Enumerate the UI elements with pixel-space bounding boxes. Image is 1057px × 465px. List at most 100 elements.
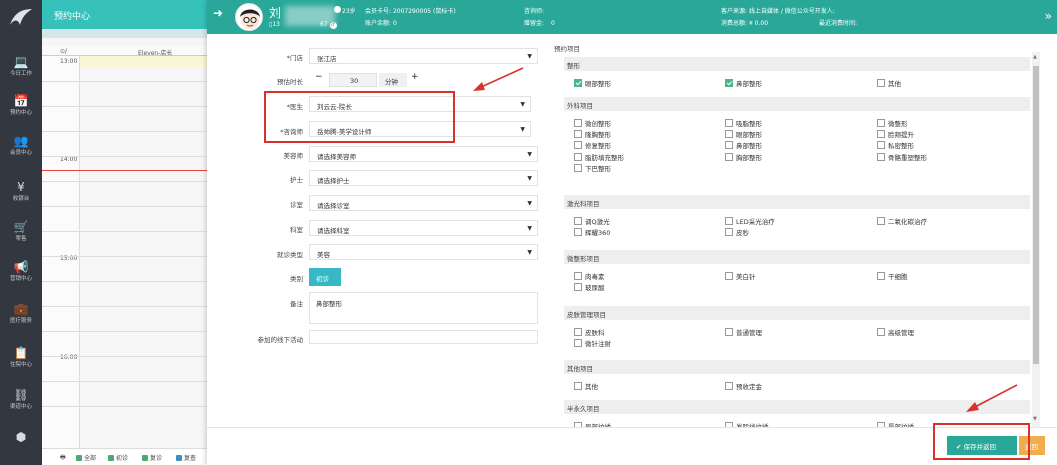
nav-item[interactable]: 📋 住院中心 [0, 344, 42, 384]
nav-item[interactable]: 🛒 零售 [0, 218, 42, 258]
grid-line [42, 406, 212, 407]
project-checkbox[interactable]: 鼻部整形 [725, 140, 762, 150]
remark-textarea[interactable]: 鼻部整形 [309, 292, 538, 324]
remark-label: 备注 [290, 300, 303, 308]
project-checkbox[interactable]: 私密整形 [877, 140, 914, 150]
legend-recheck[interactable]: 复查 [176, 453, 196, 462]
nav-item-label: 渠道中心 [9, 403, 33, 410]
project-checkbox[interactable]: LED采光治疗 [725, 216, 775, 226]
caret-down-icon: ▼ [520, 126, 525, 133]
double-chevron-right-icon[interactable]: » [1045, 9, 1052, 23]
project-checkbox[interactable]: 眼部整形 [574, 78, 611, 88]
project-checkbox[interactable]: 脂肪填充整形 [574, 152, 624, 162]
project-checkbox[interactable]: 眼部整形 [725, 129, 762, 139]
project-checkbox[interactable]: 脸颊提升 [877, 129, 914, 139]
nav-item[interactable]: 💼 医疗服务 [0, 300, 42, 340]
project-checkbox[interactable]: 修复整形 [574, 140, 611, 150]
project-label: 二氧化碳治疗 [888, 218, 927, 226]
customer-phone: ▯13 67 ♂ [269, 21, 337, 29]
project-checkbox[interactable]: 辉耀360 [574, 227, 610, 237]
nav-item[interactable]: 📢 营销中心 [0, 258, 42, 298]
nav-item-label: 住院中心 [9, 361, 33, 368]
project-label: 眼部整形 [585, 80, 611, 88]
project-checkbox[interactable]: 隆胸整形 [574, 129, 611, 139]
nav-item[interactable]: ⛓ 渠道中心 [0, 386, 42, 426]
store-select[interactable]: 张江店 ▼ [309, 48, 538, 64]
project-checkbox[interactable]: 微整形 [877, 118, 908, 128]
checkbox-icon [877, 328, 885, 336]
caret-down-icon: ▼ [527, 53, 532, 60]
project-checkbox[interactable]: 皮秒 [725, 227, 749, 237]
project-checkbox[interactable]: 其他 [574, 381, 598, 391]
checkbox-icon [877, 79, 885, 87]
scroll-up-icon[interactable]: ▲ [1033, 54, 1037, 60]
project-checkbox[interactable]: 下巴整形 [574, 163, 611, 173]
nav-item[interactable]: 👥 会员中心 [0, 132, 42, 172]
project-checkbox[interactable]: 微创整形 [574, 118, 611, 128]
project-checkbox[interactable]: 其他 [877, 78, 901, 88]
project-checkbox[interactable]: 二氧化碳治疗 [877, 216, 927, 226]
scrollbar[interactable]: ▲ ▼ [1032, 52, 1040, 427]
project-checkbox[interactable]: 肉毒素 [574, 271, 605, 281]
checkbox-icon [877, 141, 885, 150]
project-checkbox[interactable]: 干细胞 [877, 271, 908, 281]
checkbox-icon [725, 130, 733, 139]
project-checkbox[interactable]: 骨骼重塑整形 [877, 152, 927, 162]
calendar-icon: 📅 [13, 94, 29, 108]
checkbox-icon [574, 228, 582, 237]
print-icon[interactable]: 🖶 [60, 453, 66, 463]
duration-input[interactable]: 30 [329, 73, 377, 87]
project-checkbox[interactable]: 微针注射 [574, 338, 611, 348]
checkbox-icon [574, 339, 582, 348]
legend-first-visit[interactable]: 初诊 [108, 453, 128, 462]
checkbox-icon [574, 217, 582, 225]
checkbox-icon [725, 228, 733, 237]
plus-button[interactable]: + [411, 72, 419, 82]
project-checkbox[interactable]: 鼻部整形 [725, 78, 762, 88]
grid-line [42, 81, 212, 82]
dept-select[interactable]: 请选择科室 ▼ [309, 220, 538, 236]
project-section-header: 皮肤管理项目 [564, 306, 1030, 320]
minus-button[interactable]: − [315, 72, 323, 82]
age-icon [334, 6, 341, 13]
project-checkbox[interactable]: 胸部整形 [725, 152, 762, 162]
store-label: *门店 [286, 54, 303, 62]
category-first-visit-button[interactable]: 初诊 [309, 268, 341, 286]
nurse-select[interactable]: 请选择护士 ▼ [309, 170, 538, 186]
highlight-box [264, 91, 455, 143]
legend-all[interactable]: 全部 [76, 453, 96, 462]
calendar-column-header: ⊙/ Eleven-店长 [42, 46, 212, 57]
project-checkbox[interactable]: 玻尿酸 [574, 282, 605, 292]
project-checkbox[interactable]: 普通管理 [725, 327, 762, 337]
project-checkbox[interactable]: 预收定金 [725, 381, 762, 391]
checkbox-icon [574, 141, 582, 150]
nav-item[interactable]: ¥ 收银台 [0, 178, 42, 218]
project-label: 脸颊提升 [888, 131, 914, 140]
legend-return-visit[interactable]: 复诊 [142, 453, 162, 462]
project-checkbox[interactable]: 调Q激光 [574, 216, 610, 226]
nav-item[interactable]: 📅 预约中心 [0, 92, 42, 132]
project-checkbox[interactable]: 高级管理 [877, 327, 914, 337]
scroll-down-icon[interactable]: ▼ [1033, 416, 1037, 422]
nav-item[interactable]: 💻 今日工作 [0, 53, 42, 93]
project-checkbox[interactable]: 吸脂整形 [725, 118, 762, 128]
nav-item-label: 零售 [15, 235, 27, 242]
annotation-arrow-icon [966, 384, 1018, 412]
checkbox-icon [574, 130, 582, 139]
room-select[interactable]: 请选择诊室 ▼ [309, 195, 538, 211]
project-label: 下巴整形 [585, 164, 611, 173]
laptop-icon: 💻 [13, 55, 29, 69]
beautician-label: 美容师 [283, 152, 304, 160]
activity-input[interactable] [309, 330, 538, 344]
visit-type-select[interactable]: 美容 ▼ [309, 244, 538, 260]
grid-line [42, 131, 212, 132]
project-checkbox[interactable]: 皮肤科 [574, 327, 605, 337]
scrollbar-thumb[interactable] [1033, 66, 1039, 364]
project-checkbox[interactable]: 美白针 [725, 271, 756, 281]
project-label: 鼻部整形 [736, 80, 762, 88]
time-column: 13:00 14:00 15:00 16:00 [42, 56, 80, 448]
arrow-right-icon[interactable]: ➜ [213, 6, 223, 20]
beautician-select[interactable]: 请选择美容师 ▼ [309, 146, 538, 162]
grid-line [42, 381, 212, 382]
nav-item[interactable]: ⬢ [0, 428, 42, 465]
